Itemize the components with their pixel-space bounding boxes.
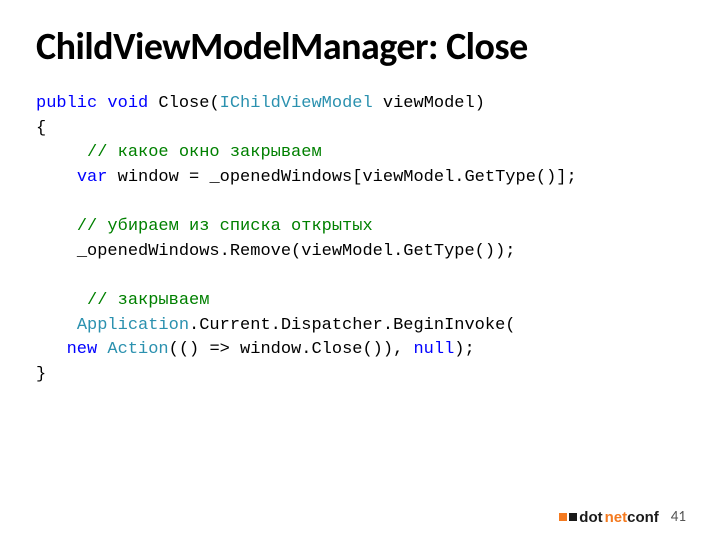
keyword: void — [107, 94, 148, 113]
slide-footer: dotnetconf 41 — [559, 508, 686, 526]
code-block: public void Close(IChildViewModel viewMo… — [36, 92, 684, 388]
type-name: IChildViewModel — [220, 94, 373, 113]
logo-text: dot — [579, 509, 602, 526]
comment: // закрываем — [87, 291, 209, 310]
page-number: 41 — [671, 508, 686, 526]
keyword: var — [77, 168, 108, 187]
type-name: Application — [77, 316, 189, 335]
slide-title: ChildViewModelManager: Close — [36, 24, 684, 70]
logo-text: net — [605, 509, 628, 526]
comment: // какое окно закрываем — [87, 143, 322, 162]
keyword: new — [67, 340, 98, 359]
comment: // убираем из списка открытых — [77, 217, 373, 236]
logo-square-icon — [569, 513, 577, 521]
keyword: null — [413, 340, 454, 359]
type-name: Action — [107, 340, 168, 359]
slide: ChildViewModelManager: Close public void… — [0, 0, 720, 540]
logo-square-icon — [559, 513, 567, 521]
logo-text: conf — [627, 509, 659, 526]
keyword: public — [36, 94, 97, 113]
conference-logo: dotnetconf — [559, 509, 659, 526]
